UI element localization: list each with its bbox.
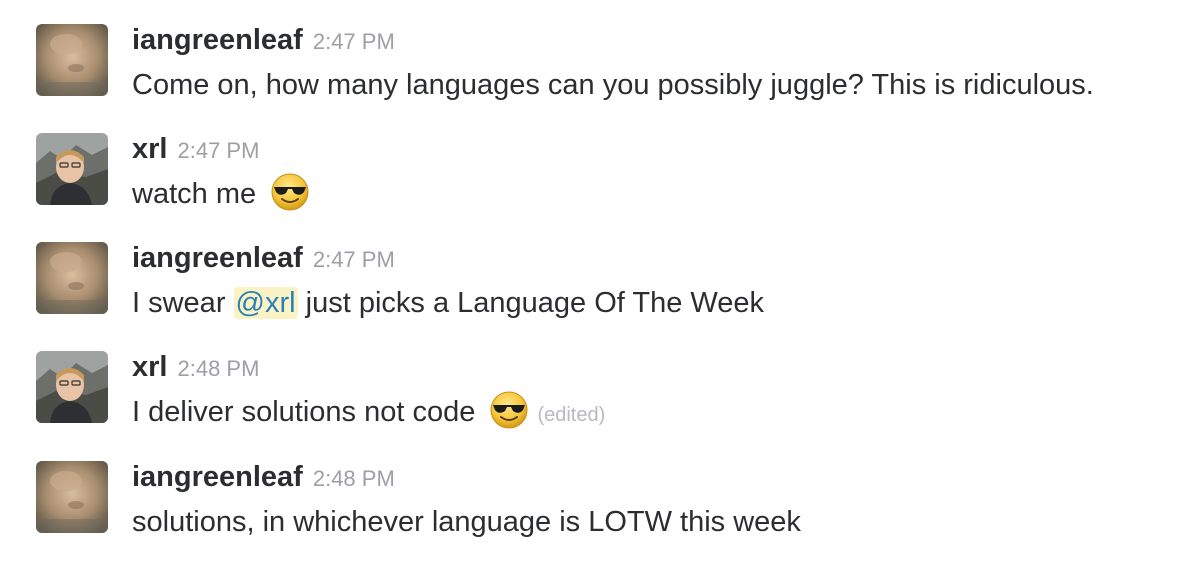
message-item: iangreenleaf 2:47 PM Come on, how many la… (0, 0, 1196, 101)
username[interactable]: xrl (132, 351, 167, 383)
avatar-iangreenleaf[interactable] (36, 242, 108, 314)
message-text: Come on, how many languages can you poss… (132, 69, 1094, 101)
timestamp[interactable]: 2:47 PM (177, 138, 259, 163)
message-item: iangreenleaf 2:47 PM I swear @xrl just pi… (0, 218, 1196, 319)
edited-label: (edited) (537, 404, 606, 426)
message-text: I deliver solutions not code (edited) (132, 390, 606, 435)
message-item: xrl 2:48 PM I deliver solutions not code … (0, 327, 1196, 429)
message-item: xrl 2:47 PM watch me (0, 109, 1196, 211)
message-text-content: watch me (132, 178, 257, 210)
avatar-iangreenleaf[interactable] (36, 24, 108, 96)
timestamp[interactable]: 2:48 PM (313, 466, 395, 491)
username[interactable]: iangreenleaf (132, 242, 303, 274)
sunglasses-emoji (270, 172, 310, 212)
message-text-before: I swear (132, 287, 234, 319)
message-text-content: I deliver solutions not code (132, 396, 476, 428)
timestamp[interactable]: 2:47 PM (313, 29, 395, 54)
message-text: solutions, in whichever language is LOTW… (132, 506, 801, 538)
avatar-xrl[interactable] (36, 351, 108, 423)
timestamp[interactable]: 2:48 PM (177, 356, 259, 381)
username[interactable]: iangreenleaf (132, 24, 303, 56)
message-text-after: just picks a Language Of The Week (297, 287, 764, 319)
user-mention[interactable]: @xrl (233, 287, 298, 319)
message-item: iangreenleaf 2:48 PM solutions, in whiche… (0, 437, 1196, 538)
message-text: watch me (132, 172, 310, 215)
avatar-xrl[interactable] (36, 133, 108, 205)
message-text: I swear @xrl just picks a Language Of Th… (132, 283, 764, 323)
avatar-iangreenleaf[interactable] (36, 461, 108, 533)
timestamp[interactable]: 2:47 PM (313, 247, 395, 272)
sunglasses-emoji (489, 390, 529, 430)
username[interactable]: iangreenleaf (132, 461, 303, 493)
username[interactable]: xrl (132, 133, 167, 165)
